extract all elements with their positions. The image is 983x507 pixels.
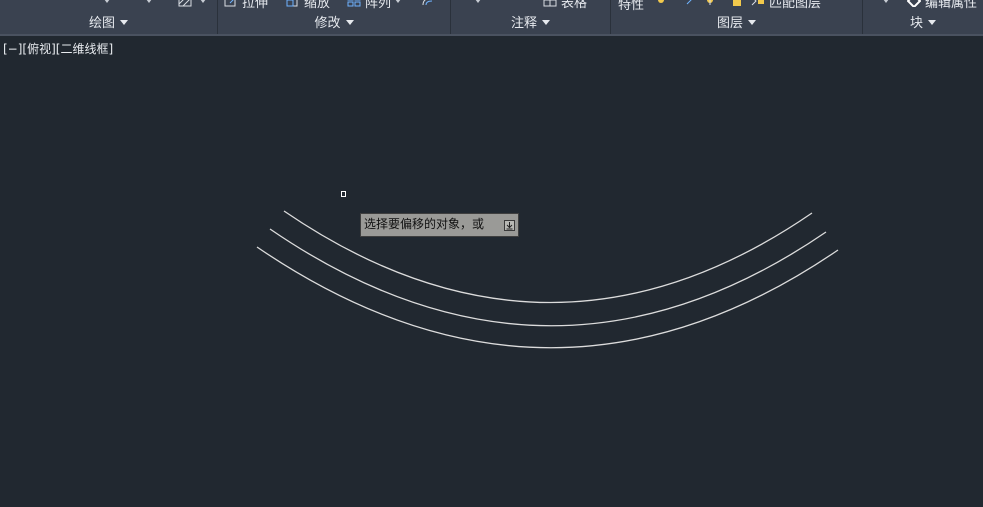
arc-outer[interactable]	[256, 246, 839, 349]
arc-middle[interactable]	[269, 228, 827, 327]
cursor-pickbox	[341, 191, 346, 197]
command-prompt-text: 选择要偏移的对象，或	[364, 217, 485, 231]
options-dropdown-icon[interactable]	[504, 220, 515, 231]
command-prompt-tooltip: 选择要偏移的对象，或	[360, 213, 519, 237]
autocad-window: 绘图 拉伸 缩放 阵列 修改 表格 注释 特性 匹配图层 图层 编辑属性 块 […	[0, 0, 983, 507]
drawing-canvas[interactable]	[0, 0, 983, 507]
